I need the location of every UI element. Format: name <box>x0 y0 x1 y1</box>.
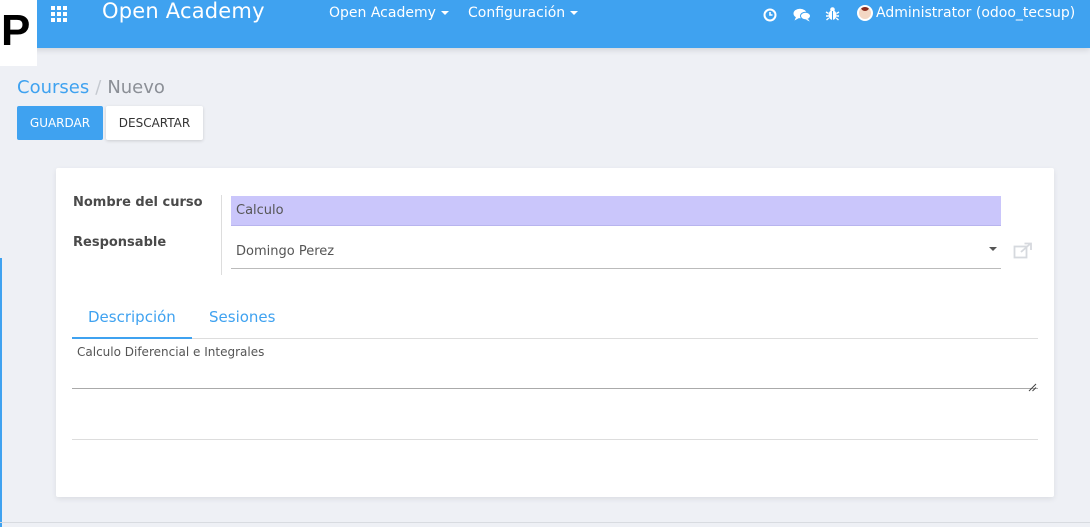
dropdown-caret-icon[interactable] <box>989 247 997 251</box>
save-button[interactable]: GUARDAR <box>17 106 103 140</box>
external-link-icon[interactable] <box>1013 242 1033 264</box>
discard-button[interactable]: DESCARTAR <box>106 106 203 140</box>
left-edge-divider <box>0 258 2 527</box>
resize-grip-icon[interactable] <box>1028 377 1037 396</box>
apps-menu-icon[interactable] <box>51 6 69 22</box>
responsible-label: Responsable <box>73 235 167 250</box>
breadcrumb: Courses / Nuevo <box>17 77 165 98</box>
chevron-down-icon <box>570 11 579 15</box>
menu-open-academy[interactable]: Open Academy <box>329 5 449 21</box>
tab-descripcion[interactable]: Descripción <box>72 302 192 339</box>
label-divider <box>221 195 222 275</box>
breadcrumb-current: Nuevo <box>107 77 165 98</box>
course-name-input[interactable] <box>231 196 1001 226</box>
user-menu[interactable]: Administrator (odoo_tecsup) <box>857 5 1075 21</box>
user-name: Administrator (odoo_tecsup) <box>876 5 1076 21</box>
tab-sesiones[interactable]: Sesiones <box>193 302 291 339</box>
menu-configuracion-label: Configuración <box>468 5 566 21</box>
menu-configuracion[interactable]: Configuración <box>468 5 579 21</box>
top-navbar: Open Academy Open Academy Configuración … <box>0 0 1090 48</box>
responsible-value: Domingo Perez <box>236 244 335 259</box>
notebook-tabs: Descripción Sesiones <box>72 302 1038 339</box>
bug-icon[interactable] <box>825 6 840 25</box>
menu-open-academy-label: Open Academy <box>329 5 436 21</box>
description-textarea[interactable]: Calculo Diferencial e Integrales <box>72 339 1038 389</box>
corner-logo: P <box>0 0 37 66</box>
avatar <box>857 5 873 21</box>
app-brand-title[interactable]: Open Academy <box>102 0 265 23</box>
form-sheet: Nombre del curso Responsable Domingo Per… <box>56 168 1054 497</box>
chevron-down-icon <box>440 11 449 15</box>
clock-icon[interactable] <box>763 7 777 26</box>
sheet-divider <box>72 439 1038 440</box>
breadcrumb-separator: / <box>95 77 102 98</box>
responsible-select[interactable]: Domingo Perez <box>231 236 1001 269</box>
course-name-label: Nombre del curso <box>73 195 203 210</box>
breadcrumb-courses-link[interactable]: Courses <box>17 77 89 98</box>
chat-icon[interactable] <box>793 7 811 26</box>
page-bottom-divider <box>0 522 1090 523</box>
